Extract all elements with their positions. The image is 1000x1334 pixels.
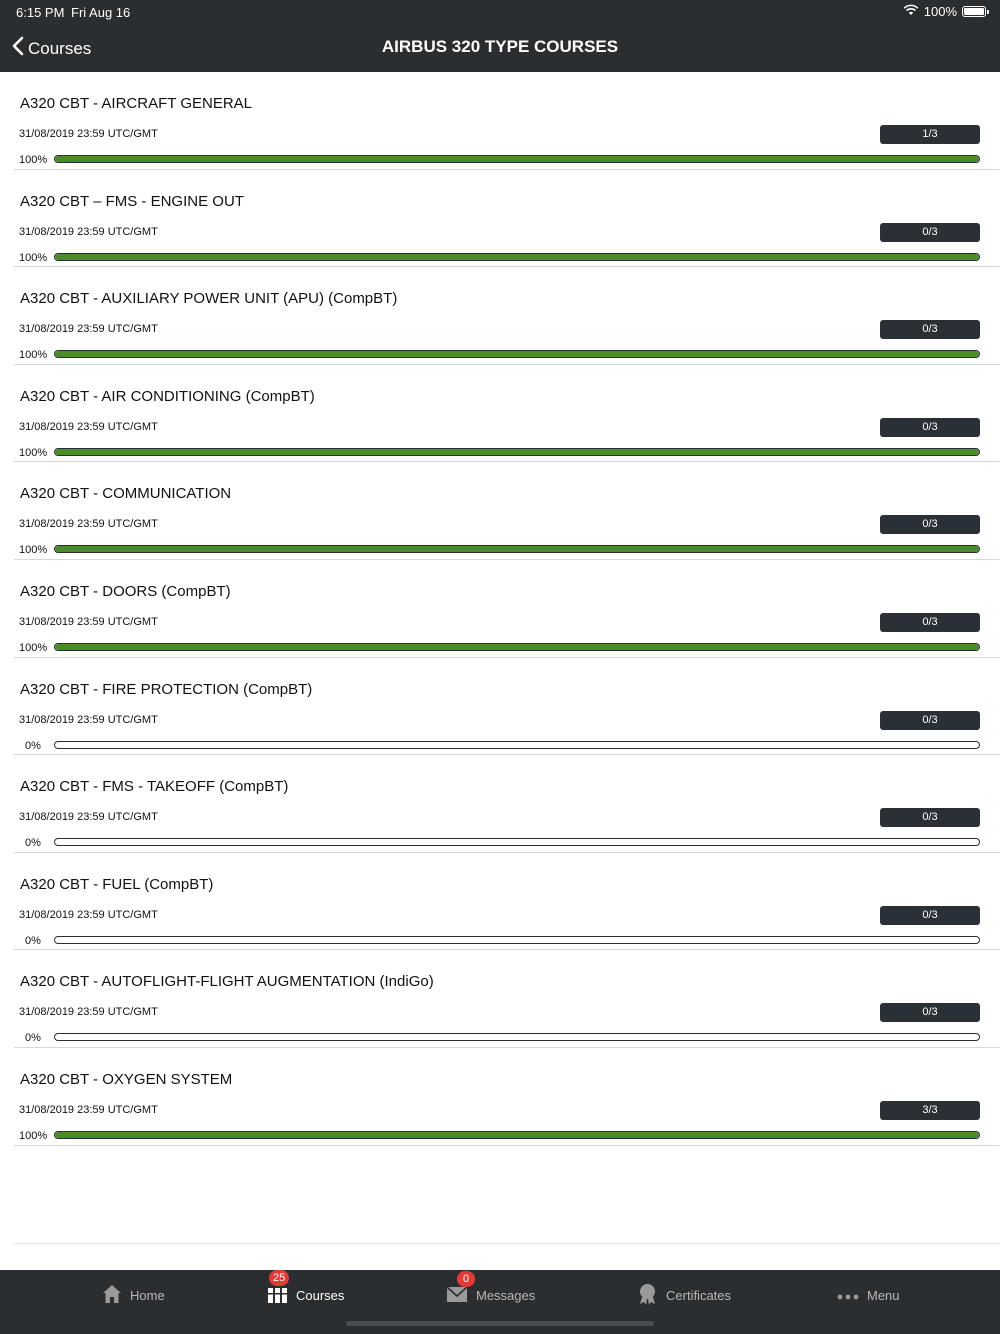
progress-percent: 100% xyxy=(19,154,48,166)
progress-bar xyxy=(54,155,980,163)
tab-courses-label: Courses xyxy=(296,1287,345,1303)
status-bar: 6:15 PM Fri Aug 16 100% xyxy=(0,0,1000,24)
modules-badge: 1/3 xyxy=(880,125,980,144)
progress-bar xyxy=(54,447,980,456)
course-title: A320 CBT - COMMUNICATION xyxy=(20,485,232,503)
progress-bar xyxy=(54,252,980,261)
modules-badge: 0/3 xyxy=(880,417,980,437)
progress-percent: 100% xyxy=(19,251,48,264)
tab-messages-label: Messages xyxy=(476,1287,536,1303)
course-title: A320 CBT - FMS - TAKEOFF (CompBT) xyxy=(20,778,289,796)
tab-menu-label: Menu xyxy=(867,1287,900,1303)
course-deadline: 31/08/2019 23:59 UTC/GMT xyxy=(19,518,158,531)
course-title: A320 CBT - DOORS (CompBT) xyxy=(20,582,231,600)
course-row[interactable]: A320 CBT - DOORS (CompBT) 31/08/2019 23:5… xyxy=(14,560,1000,658)
course-deadline: 31/08/2019 23:59 UTC/GMT xyxy=(19,420,158,433)
books-icon: 25 xyxy=(267,1269,290,1307)
course-deadline: 31/08/2019 23:59 UTC/GMT xyxy=(19,713,158,726)
wifi-icon xyxy=(903,4,919,19)
battery-percent: 100% xyxy=(923,4,957,19)
course-title: A320 CBT – FMS - ENGINE OUT xyxy=(20,192,244,210)
progress-percent: 100% xyxy=(19,446,48,459)
progress-percent: 100% xyxy=(19,641,48,654)
progress-bar xyxy=(54,935,980,944)
course-row[interactable]: A320 CBT - COMMUNICATION 31/08/2019 23:59… xyxy=(14,462,1000,560)
tab-menu[interactable]: Menu xyxy=(837,1270,900,1320)
course-row[interactable]: A320 CBT - AUXILIARY POWER UNIT (APU) (C… xyxy=(14,267,1000,365)
progress-fill xyxy=(55,1131,979,1138)
progress-fill xyxy=(55,156,979,162)
course-title: A320 CBT - FIRE PROTECTION (CompBT) xyxy=(20,680,313,698)
course-row[interactable]: A320 CBT - OXYGEN SYSTEM 31/08/2019 23:59… xyxy=(14,1048,1000,1146)
course-row[interactable]: A320 CBT - AIR CONDITIONING (CompBT) 31/0… xyxy=(14,365,1000,463)
progress-bar xyxy=(54,1130,980,1139)
course-row[interactable]: A320 CBT - FMS - TAKEOFF (CompBT) 31/08/2… xyxy=(14,755,1000,853)
progress-bar xyxy=(54,545,980,554)
modules-badge: 0/3 xyxy=(880,612,980,632)
progress-fill xyxy=(55,546,979,553)
tab-home-label: Home xyxy=(130,1287,165,1303)
course-title: A320 CBT - AUTOFLIGHT-FLIGHT AUGMENTATIO… xyxy=(20,973,434,991)
progress-bar xyxy=(54,838,980,847)
more-dots-icon xyxy=(837,1288,859,1303)
progress-bar xyxy=(54,1033,980,1042)
modules-badge: 0/3 xyxy=(880,515,980,535)
course-title: A320 CBT - AUXILIARY POWER UNIT (APU) (C… xyxy=(20,290,398,308)
tab-home[interactable]: Home xyxy=(102,1270,165,1320)
modules-badge: 0/3 xyxy=(880,710,980,730)
course-title: A320 CBT - OXYGEN SYSTEM xyxy=(20,1070,233,1088)
progress-fill xyxy=(55,351,979,358)
course-deadline: 31/08/2019 23:59 UTC/GMT xyxy=(19,615,158,628)
messages-badge: 0 xyxy=(457,1270,475,1287)
navigation-bar: Courses AIRBUS 320 TYPE COURSES xyxy=(0,24,1000,72)
course-list: A320 CBT - AIRCRAFT GENERAL 31/08/2019 23… xyxy=(0,72,1000,1146)
course-row[interactable]: A320 CBT - AIRCRAFT GENERAL 31/08/2019 23… xyxy=(14,72,1000,170)
progress-percent: 100% xyxy=(19,349,48,362)
progress-percent: 100% xyxy=(19,1129,48,1142)
modules-badge: 0/3 xyxy=(880,1003,980,1023)
tab-messages[interactable]: 0 Messages xyxy=(446,1270,535,1320)
tab-courses[interactable]: 25 Courses xyxy=(267,1269,345,1320)
status-time: 6:15 PM xyxy=(16,5,65,20)
status-right: 100% xyxy=(903,4,989,19)
home-icon xyxy=(102,1284,122,1307)
course-title: A320 CBT - FUEL (CompBT) xyxy=(20,875,214,893)
courses-badge: 25 xyxy=(269,1269,290,1286)
course-deadline: 31/08/2019 23:59 UTC/GMT xyxy=(19,1006,158,1019)
status-date: Fri Aug 16 xyxy=(71,5,131,20)
course-title: A320 CBT - AIR CONDITIONING (CompBT) xyxy=(20,387,315,405)
modules-badge: 0/3 xyxy=(880,905,980,925)
modules-badge: 3/3 xyxy=(880,1100,980,1120)
course-deadline: 31/08/2019 23:59 UTC/GMT xyxy=(19,225,158,238)
course-row[interactable]: A320 CBT – FMS - ENGINE OUT 31/08/2019 23… xyxy=(14,170,1000,268)
progress-fill xyxy=(55,643,979,650)
tab-certificates[interactable]: Certificates xyxy=(637,1270,731,1320)
course-deadline: 31/08/2019 23:59 UTC/GMT xyxy=(19,811,158,824)
course-deadline: 31/08/2019 23:59 UTC/GMT xyxy=(19,323,158,336)
progress-bar xyxy=(54,642,980,651)
tab-certificates-label: Certificates xyxy=(666,1287,732,1303)
page-title: AIRBUS 320 TYPE COURSES xyxy=(381,37,619,56)
modules-badge: 0/3 xyxy=(880,320,980,340)
course-row[interactable]: A320 CBT - FIRE PROTECTION (CompBT) 31/08… xyxy=(14,658,1000,756)
course-row[interactable]: A320 CBT - FUEL (CompBT) 31/08/2019 23:59… xyxy=(14,853,1000,951)
progress-bar xyxy=(54,740,980,749)
course-title: A320 CBT - AIRCRAFT GENERAL xyxy=(20,95,253,112)
progress-fill xyxy=(55,253,979,260)
progress-fill xyxy=(55,448,979,455)
envelope-icon: 0 xyxy=(446,1270,475,1306)
battery-icon xyxy=(962,6,989,17)
progress-percent: 100% xyxy=(19,544,48,557)
home-indicator xyxy=(346,1321,654,1326)
progress-bar xyxy=(54,350,980,359)
course-deadline: 31/08/2019 23:59 UTC/GMT xyxy=(19,128,158,140)
course-row[interactable]: A320 CBT - AUTOFLIGHT-FLIGHT AUGMENTATIO… xyxy=(14,950,1000,1048)
modules-badge: 0/3 xyxy=(880,808,980,828)
course-deadline: 31/08/2019 23:59 UTC/GMT xyxy=(19,1103,158,1116)
certificate-icon xyxy=(637,1283,658,1308)
modules-badge: 0/3 xyxy=(880,222,980,242)
course-deadline: 31/08/2019 23:59 UTC/GMT xyxy=(19,908,158,921)
divider xyxy=(14,1243,1000,1244)
